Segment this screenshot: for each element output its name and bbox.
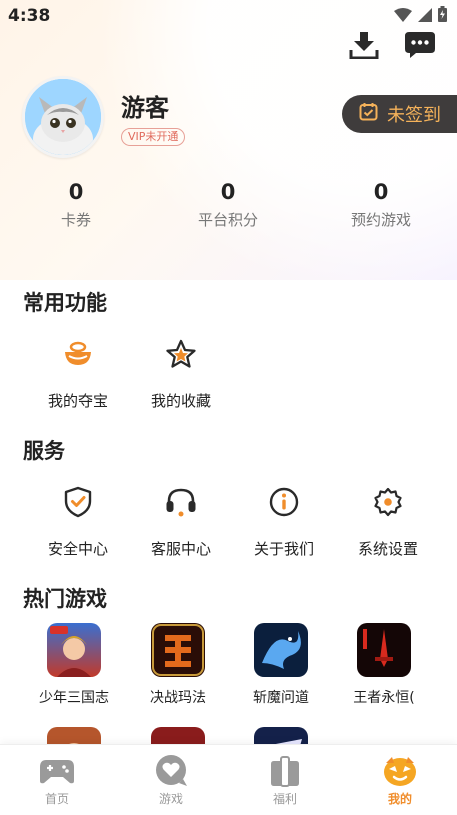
game-name: 斩魔问道 [253,690,309,706]
info-icon [269,487,299,521]
username: 游客 [121,94,169,122]
status-bar: 4:38 [0,0,457,32]
game-red-sword-icon [357,623,411,677]
stat-label: 平台积分 [197,211,258,229]
system-settings-button[interactable]: 系统设置 [336,487,440,559]
stat-points[interactable]: 0 平台积分 [173,180,283,230]
messages-button[interactable] [403,30,437,64]
security-center-button[interactable]: 安全中心 [26,486,130,559]
download-icon [349,31,379,63]
avatar[interactable] [22,76,104,158]
nav-home[interactable]: 首页 [17,757,97,807]
download-button[interactable] [347,30,381,64]
game-item[interactable]: 少年三国志 [22,623,126,707]
message-bubble-icon [404,31,436,63]
item-label: 安全中心 [47,540,108,558]
game-item[interactable]: 王者永恒( [332,623,436,707]
stat-value: 0 [373,180,389,204]
nav-label: 游戏 [158,792,183,806]
gear-icon [373,487,403,521]
stat-label: 卡券 [60,211,91,229]
section-title-service: 服务 [23,439,65,463]
star-icon [166,339,196,373]
game-warrior-icon [47,623,101,677]
item-label: 我的收藏 [150,392,211,410]
cat-avatar-icon [25,79,101,155]
nav-mine[interactable]: 我的 [360,757,440,807]
calendar-check-icon [359,102,378,126]
headset-icon [165,487,197,521]
game-blue-dragon-icon [254,623,308,677]
item-label: 客服中心 [150,540,211,558]
game-item[interactable]: 决战玛法 [126,623,230,707]
item-label: 关于我们 [253,540,314,558]
gift-box-icon [268,755,302,791]
bottom-navigation: 首页 游戏 福利 我的 [0,744,457,815]
game-item[interactable]: 斩魔问道 [229,623,333,707]
game-dragon-glyph-icon [151,623,205,677]
stat-value: 0 [220,180,236,204]
section-title-common: 常用功能 [23,291,107,315]
nav-label: 我的 [387,792,412,806]
signal-icon [418,7,432,26]
status-icons [394,6,447,26]
treasure-bowl-icon [63,341,93,371]
stat-coupons[interactable]: 0 卡券 [21,180,131,230]
shield-check-icon [64,486,92,522]
vip-status-badge[interactable]: VIP未开通 [121,128,186,146]
mascot-face-icon [382,755,418,791]
stat-label: 预约游戏 [350,211,411,229]
item-label: 系统设置 [357,540,418,558]
status-time: 4:38 [8,6,51,26]
customer-service-button[interactable]: 客服中心 [129,487,233,559]
checkin-label: 未签到 [387,105,441,126]
top-actions [347,30,437,64]
my-treasure-button[interactable]: 我的夺宝 [26,339,130,411]
gamepad-icon [39,757,75,789]
stat-value: 0 [68,180,84,204]
my-favorites-button[interactable]: 我的收藏 [129,339,233,411]
heart-bubble-icon [154,755,188,791]
about-us-button[interactable]: 关于我们 [232,487,336,559]
wifi-icon [394,7,412,26]
nav-games[interactable]: 游戏 [131,755,211,807]
stat-reserved-games[interactable]: 0 预约游戏 [326,180,436,230]
checkin-button[interactable]: 未签到 [342,95,457,133]
nav-label: 首页 [44,792,69,806]
game-name: 王者永恒( [353,690,415,706]
nav-welfare[interactable]: 福利 [245,755,325,807]
nav-label: 福利 [272,792,297,806]
section-title-hot-games: 热门游戏 [23,587,107,611]
item-label: 我的夺宝 [47,392,108,410]
game-name: 决战玛法 [150,690,206,706]
game-name: 少年三国志 [39,690,109,706]
battery-icon [438,6,447,26]
